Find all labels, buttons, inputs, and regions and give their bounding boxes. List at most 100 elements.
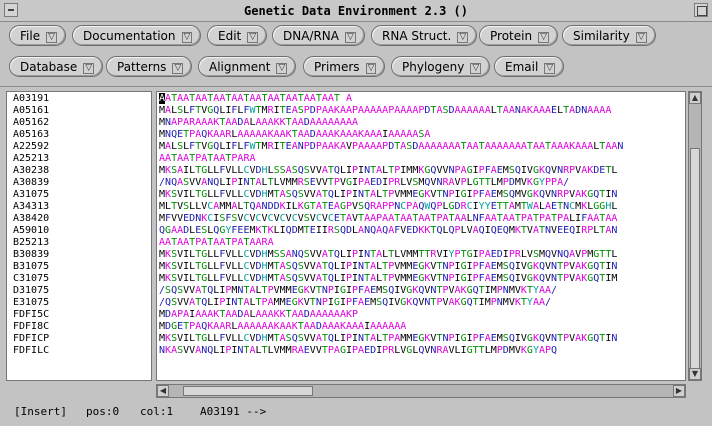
- sequence-row[interactable]: MNAPARAAAKTAADALAAAKKTAADAAAAAAAA: [157, 117, 685, 129]
- sequence-row[interactable]: MKSVILTGLLFVLLCVDHMTASQSVVATQLIPINTALTPA…: [157, 333, 685, 345]
- sequence-row[interactable]: MALSLFTVGQLIFLFWTMRITEASPDPAAKAAPAAAAAPA…: [157, 105, 685, 117]
- dropdown-arrow-icon: ▽: [365, 63, 377, 74]
- menu-file[interactable]: File ▽: [9, 25, 67, 46]
- sequence-row[interactable]: NKASVVANQLIPINTALTLVMMRAEVVTPAGIPAEDIPRL…: [157, 345, 685, 357]
- sequence-name-row[interactable]: A03191: [7, 93, 151, 105]
- menu-documentation[interactable]: Documentation ▽: [72, 25, 202, 46]
- sequence-alignment-panel[interactable]: AATAATAATAATAATAATAATAATAATAAT A MALSLFTV…: [156, 91, 686, 381]
- dropdown-arrow-icon: ▽: [544, 63, 556, 74]
- sequence-row[interactable]: AATAATPATAATPATAARA: [157, 237, 685, 249]
- scroll-right-icon[interactable]: ▶: [673, 385, 685, 397]
- scroll-left-icon[interactable]: ◀: [157, 385, 169, 397]
- sequence-row[interactable]: QGAADLESLQGYFEEMKTKLIQDMTEIIRSQDLANQAQAF…: [157, 225, 685, 237]
- menu-email[interactable]: Email ▽: [494, 56, 565, 77]
- sequence-name-row[interactable]: C31075: [7, 273, 151, 285]
- sequence-names-list: A03191 A05161 A05162 A05163 A22592 A25213 A302…: [7, 92, 151, 357]
- sequence-name-row[interactable]: B31075: [7, 261, 151, 273]
- menu-alignment[interactable]: Alignment ▽: [198, 56, 297, 77]
- menu-protein-label: Protein: [490, 29, 533, 43]
- menu-rna-struct-label: RNA Struct.: [382, 29, 452, 43]
- menu-dna-rna-label: DNA/RNA: [283, 29, 339, 43]
- menu-documentation-label: Documentation: [83, 29, 176, 43]
- sequence-name-row[interactable]: FDFI8C: [7, 321, 151, 333]
- maximize-button[interactable]: [694, 3, 708, 17]
- menu-database-label: Database: [20, 60, 78, 74]
- dropdown-arrow-icon: ▽: [172, 63, 184, 74]
- sequence-row[interactable]: MKSVILTGLLFVLLCVDHMTASQSVVATQLIPINTALTPV…: [157, 273, 685, 285]
- menu-phylogeny-label: Phylogeny: [402, 60, 465, 74]
- sequence-row[interactable]: /QSVVATQLIPINTALTPAMMEGKVTNPIGIPFAEMSQIV…: [157, 297, 685, 309]
- sequence-name-row[interactable]: A05162: [7, 117, 151, 129]
- vertical-scrollbar[interactable]: ▲ ▼: [688, 91, 702, 381]
- divider: [0, 86, 712, 87]
- horizontal-scroll-thumb[interactable]: [183, 386, 313, 396]
- sequence-row[interactable]: MKSVILTGLLFVLLCVDHMTASQSVVATQLIPINTALTPV…: [157, 189, 685, 201]
- menu-alignment-label: Alignment: [209, 60, 271, 74]
- dropdown-arrow-icon: ▽: [247, 32, 259, 43]
- sequence-names-panel[interactable]: A03191 A05161 A05162 A05163 A22592 A25213 A302…: [6, 91, 152, 381]
- dropdown-arrow-icon: ▽: [181, 32, 193, 43]
- menu-file-label: File: [20, 29, 41, 43]
- dropdown-arrow-icon: ▽: [46, 32, 58, 43]
- sequence-name-row[interactable]: FDFI5C: [7, 309, 151, 321]
- vertical-scroll-thumb[interactable]: [690, 148, 700, 374]
- sequence-row[interactable]: AATAATAATAATAATAATAATAATAATAAT A: [157, 93, 685, 105]
- menu-patterns[interactable]: Patterns ▽: [106, 56, 193, 77]
- sequence-name-row[interactable]: A34313: [7, 201, 151, 213]
- dropdown-arrow-icon: ▽: [538, 32, 549, 43]
- menu-rna-struct[interactable]: RNA Struct. ▽: [371, 25, 478, 46]
- sequence-row[interactable]: MKSAILTGLLFVLLCVDHLSSASQSVVATQLIPINTALTP…: [157, 165, 685, 177]
- menu-similarity[interactable]: Similarity ▽: [562, 25, 656, 46]
- status-position: pos:0: [86, 405, 120, 418]
- menu-row-2: Database ▽ Patterns ▽ Alignment ▽ Primers ▽ …: [0, 54, 712, 82]
- sequence-name-row[interactable]: D31075: [7, 285, 151, 297]
- sequence-name-row[interactable]: A38420: [7, 213, 151, 225]
- sequence-name-row[interactable]: A05163: [7, 129, 151, 141]
- menu-database[interactable]: Database ▽: [9, 56, 104, 77]
- sequence-row[interactable]: MDAPAIAAAKTAADALAAAKKTAADAAAAAAKP: [157, 309, 685, 321]
- sequence-name-row[interactable]: E31075: [7, 297, 151, 309]
- sequence-name-row[interactable]: A05161: [7, 105, 151, 117]
- scroll-down-icon[interactable]: ▼: [689, 368, 701, 380]
- horizontal-scrollbar[interactable]: ◀ ▶: [156, 384, 686, 398]
- sequence-name-row[interactable]: A30839: [7, 177, 151, 189]
- sequence-name-row[interactable]: A30238: [7, 165, 151, 177]
- status-column: col:1: [140, 405, 174, 418]
- menu-row-1: File ▽ Documentation ▽ Edit ▽ DNA/RNA ▽ RNA …: [0, 23, 712, 51]
- sequence-name-row[interactable]: FDFICP: [7, 333, 151, 345]
- sequence-name-row[interactable]: B25213: [7, 237, 151, 249]
- scroll-up-icon[interactable]: ▲: [689, 92, 701, 104]
- dropdown-arrow-icon: ▽: [276, 63, 288, 74]
- menu-phylogeny[interactable]: Phylogeny ▽: [391, 56, 491, 77]
- sequence-name-row[interactable]: A31075: [7, 189, 151, 201]
- dropdown-arrow-icon: ▽: [470, 63, 482, 74]
- sequence-row[interactable]: MDGETPAQKAARLAAAAAAKAAKTAADAAAKAAAIAAAAA…: [157, 321, 685, 333]
- window-title: Genetic Data Environment 2.3 (): [244, 4, 468, 18]
- sequence-name-row[interactable]: A22592: [7, 141, 151, 153]
- sequence-row[interactable]: AATAATPATAATPARA: [157, 153, 685, 165]
- sequence-row[interactable]: MALSLFTVGQLIFLFWTMRITEANPDPAAKAVPAAAAPDT…: [157, 141, 685, 153]
- menu-dna-rna[interactable]: DNA/RNA ▽: [272, 25, 365, 46]
- menu-similarity-label: Similarity: [573, 29, 630, 43]
- dropdown-arrow-icon: ▽: [345, 32, 356, 43]
- status-mode: [Insert]: [14, 405, 67, 418]
- sequence-name-row[interactable]: A59010: [7, 225, 151, 237]
- dropdown-arrow-icon: ▽: [83, 63, 95, 74]
- menu-edit[interactable]: Edit ▽: [207, 25, 268, 46]
- sequence-name-row[interactable]: FDFILC: [7, 345, 151, 357]
- dropdown-arrow-icon: ▽: [457, 32, 469, 43]
- dropdown-arrow-icon: ▽: [635, 32, 647, 43]
- sequence-row[interactable]: MLTVSLLVCAMMALTQANDDKILKGTATEAGPVSQRAPPN…: [157, 201, 685, 213]
- menu-patterns-label: Patterns: [117, 60, 167, 74]
- sequence-row[interactable]: MKSVILTGLLFVLLCVDHMSSANQSVVATQLIPINTALTL…: [157, 249, 685, 261]
- sequence-row[interactable]: MFVVEDNKCISFSVCVCVCVCVCVSVCVCETAVTAAPAAT…: [157, 213, 685, 225]
- sequence-name-row[interactable]: B30839: [7, 249, 151, 261]
- sequence-row[interactable]: /NQASVVANQLIPINTALTLVMMRSEVVTPVGIPAEDIPR…: [157, 177, 685, 189]
- sequence-name-row[interactable]: A25213: [7, 153, 151, 165]
- sequence-row[interactable]: MNQETPAQKAARLAAAAAKAAKTAADAAAKAAAKAAAIAA…: [157, 129, 685, 141]
- sequence-row[interactable]: MKSVILTGLLFVLLCVDHMTASQSVVATQLIPINTALTPV…: [157, 261, 685, 273]
- menu-protein[interactable]: Protein ▽: [479, 25, 558, 46]
- menu-edit-label: Edit: [218, 29, 242, 43]
- sequence-row[interactable]: /SQSVVATQLIPMNTALTPVMMEGKVTNPIGIPFAEMSQI…: [157, 285, 685, 297]
- menu-primers[interactable]: Primers ▽: [303, 56, 386, 77]
